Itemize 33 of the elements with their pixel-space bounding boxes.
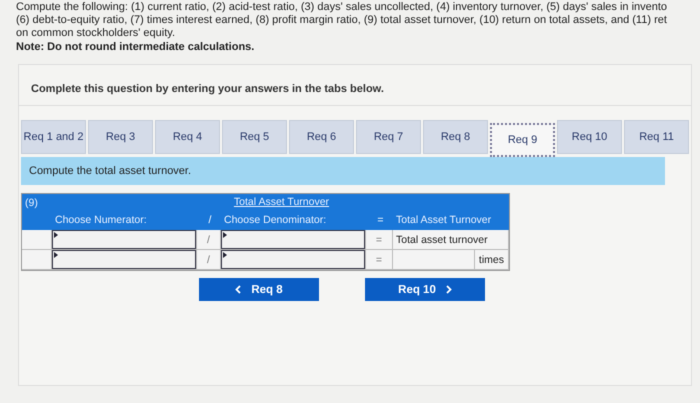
dropdown-field[interactable] — [221, 230, 365, 249]
req-tab[interactable]: Req 6 — [289, 120, 354, 154]
req-tab[interactable]: Req 3 — [88, 120, 153, 154]
header-cell: / — [197, 210, 221, 230]
req-tab[interactable]: Req 10 — [557, 120, 622, 154]
table-cell: = — [366, 230, 393, 250]
nav-button[interactable]: Req 8 — [199, 278, 319, 301]
req-tab[interactable]: Req 1 and 2 — [21, 120, 86, 154]
header-cell: Total Asset Turnover — [52, 194, 509, 210]
header-cell: Total Asset Turnover — [393, 210, 509, 230]
task-banner: Compute the total asset turnover. — [21, 157, 665, 185]
note-text: Note: Do not round intermediate calculations. — [16, 41, 256, 54]
chevron-left-icon — [235, 285, 242, 294]
dropdown-field[interactable] — [52, 250, 196, 269]
req-tab[interactable]: Req 7 — [356, 120, 421, 154]
header-cell: Choose Denominator: — [221, 210, 366, 230]
header-cell: (9) — [22, 194, 52, 230]
header-cell: = — [366, 210, 393, 230]
req-tab[interactable]: Req 9 — [490, 123, 556, 157]
req-tab[interactable]: Req 8 — [423, 120, 488, 154]
header-cell: Choose Numerator: — [52, 210, 197, 230]
req-tab[interactable]: Req 4 — [155, 120, 220, 154]
prompt-text: Complete this question by entering your answers in the tabs below. — [31, 83, 385, 95]
unit-label: times — [478, 254, 505, 266]
instruction-text: on common stockholders' equity. — [16, 27, 176, 40]
chevron-right-icon — [446, 285, 452, 294]
instruction-text: (6) debt-to-equity ratio, (7) times interest earned, (8) profit margin ratio, (9) total asset turnover, (10) return on total assets, and (11) ret — [16, 14, 668, 27]
req-tab[interactable]: Req 5 — [222, 120, 287, 154]
dropdown-field[interactable] — [221, 250, 365, 269]
dropdown-field[interactable] — [52, 230, 196, 249]
instruction-text: Compute the following: (1) current ratio, (2) acid-test ratio, (3) days' sales uncollected, (4) inventory turnover, (5) days' sales in invento — [16, 1, 668, 14]
req-tab[interactable]: Req 11 — [624, 120, 690, 154]
nav-button[interactable]: Req 10 — [365, 278, 485, 301]
